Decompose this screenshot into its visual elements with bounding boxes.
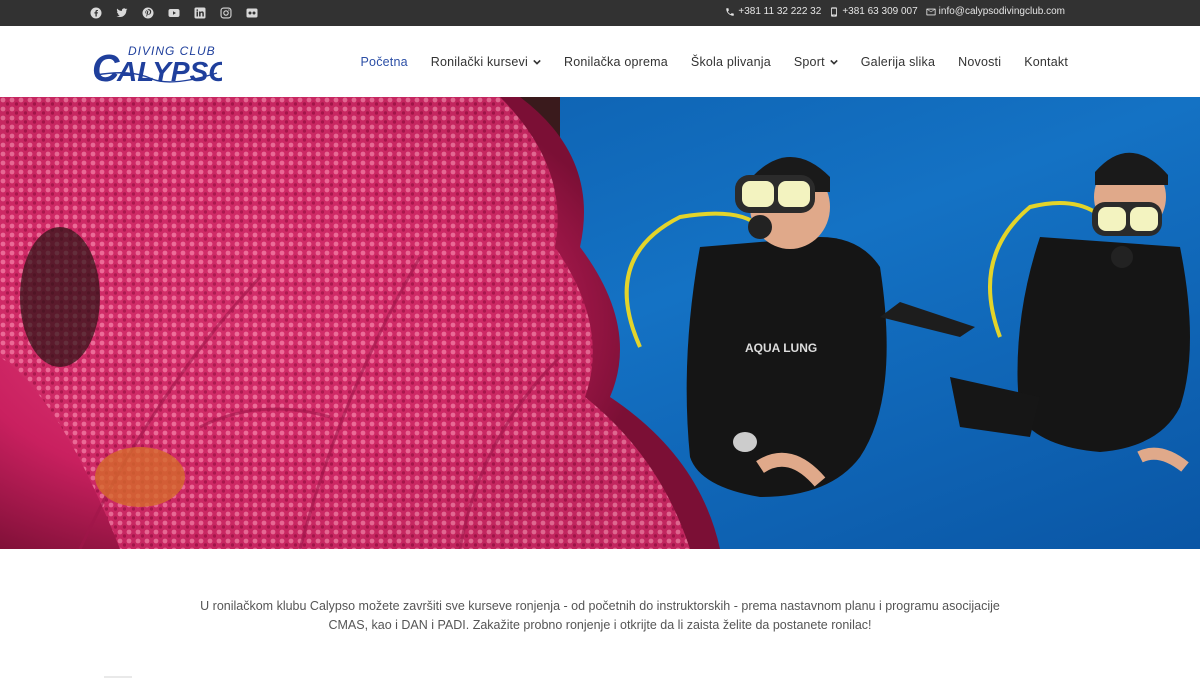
email-link[interactable]: info@calypsodivingclub.com	[926, 6, 1065, 17]
phone-icon	[726, 7, 735, 16]
mobile-phone-icon	[831, 6, 838, 17]
chevron-down-icon	[829, 59, 838, 65]
svg-text:C: C	[92, 48, 120, 85]
nav-skola-plivanja[interactable]: Škola plivanja	[691, 55, 771, 69]
phone-link-1[interactable]: +381 11 32 222 32	[725, 6, 821, 17]
nav-pocetna[interactable]: Početna	[361, 55, 408, 69]
intro-line-1: U ronilačkom klubu Calypso možete završi…	[200, 599, 1000, 613]
nav-galerija-slika[interactable]: Galerija slika	[861, 55, 935, 69]
chevron-down-icon	[533, 59, 541, 65]
divers-coral-photo: AQUA LUNG	[0, 97, 1200, 549]
phone-link-2[interactable]: +381 63 309 007	[829, 6, 918, 17]
calypso-logo[interactable]: DIVING CLUB C ALYPSO	[92, 39, 222, 85]
youtube-icon[interactable]	[168, 5, 180, 21]
intro-line-2: CMAS, kao i DAN i PADI. Zakažite probno …	[328, 618, 872, 632]
nav-ronilacki-kursevi[interactable]: Ronilački kursevi	[431, 55, 541, 69]
facebook-icon[interactable]	[90, 5, 102, 21]
main-nav: Početna Ronilački kursevi Ronilačka opre…	[361, 26, 1069, 97]
flickr-icon[interactable]	[246, 5, 258, 21]
email-address: info@calypsodivingclub.com	[938, 6, 1065, 17]
phone-number-1: +381 11 32 222 32	[738, 6, 822, 17]
pinterest-icon[interactable]	[142, 5, 154, 21]
site-header: DIVING CLUB C ALYPSO Početna Ronilački k…	[0, 26, 1200, 97]
linkedin-icon[interactable]	[194, 5, 206, 21]
nav-kontakt[interactable]: Kontakt	[1024, 55, 1068, 69]
svg-text:AQUA LUNG: AQUA LUNG	[745, 341, 817, 355]
instagram-icon[interactable]	[220, 5, 232, 21]
envelope-icon	[926, 8, 936, 15]
contact-info: +381 11 32 222 32 +381 63 309 007 info@c…	[725, 6, 1065, 17]
intro-text: U ronilačkom klubu Calypso možete završi…	[150, 597, 1050, 635]
nav-ronilacka-oprema[interactable]: Ronilačka oprema	[564, 55, 668, 69]
phone-number-2: +381 63 309 007	[842, 6, 918, 17]
social-links	[90, 5, 258, 21]
hero-image: AQUA LUNG	[0, 97, 1200, 549]
twitter-icon[interactable]	[116, 5, 128, 21]
nav-sport[interactable]: Sport	[794, 55, 838, 69]
svg-text:ALYPSO: ALYPSO	[116, 56, 222, 85]
top-bar: +381 11 32 222 32 +381 63 309 007 info@c…	[0, 0, 1200, 26]
nav-novosti[interactable]: Novosti	[958, 55, 1001, 69]
